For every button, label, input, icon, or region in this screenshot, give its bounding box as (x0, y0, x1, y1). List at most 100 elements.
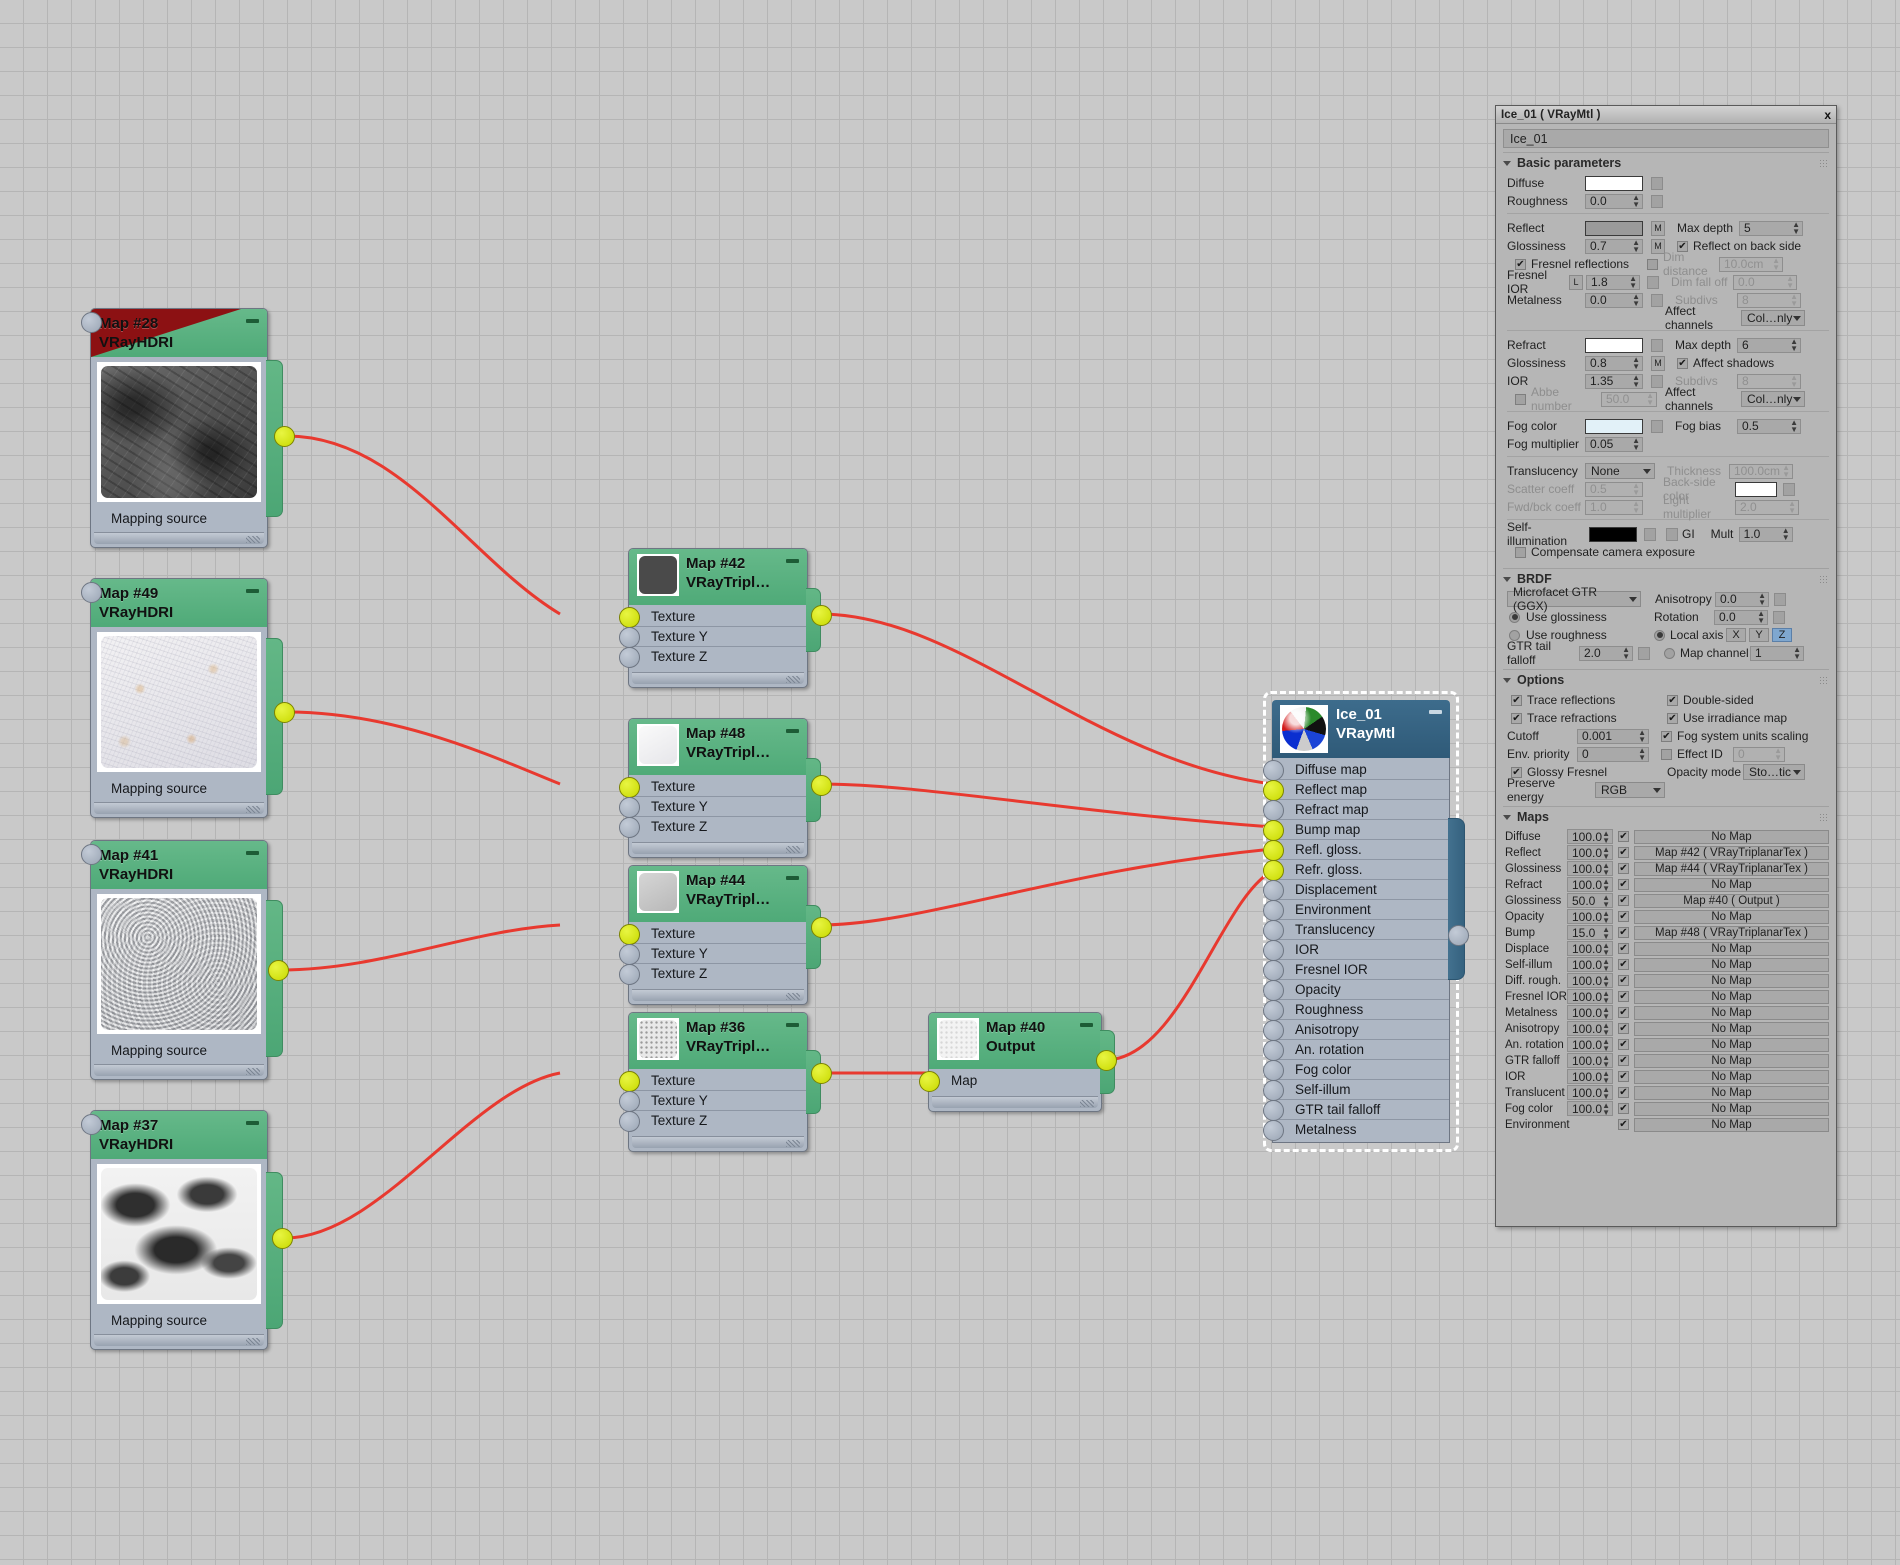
socket-map28-out[interactable] (274, 426, 295, 447)
map-row-amount-spinner[interactable]: 50.0 ▲ ▼ (1567, 893, 1613, 908)
port-texture-y[interactable]: Texture Y (619, 627, 807, 648)
node-thumbnail[interactable] (637, 871, 679, 913)
refract-map-slot[interactable] (1651, 338, 1663, 352)
trace-reflections-checkbox[interactable]: ✔ (1511, 694, 1522, 706)
gi-checkbox[interactable] (1666, 527, 1678, 541)
reflect-affect-channels-dropdown[interactable]: Col…nly (1741, 310, 1805, 326)
ior-map-slot[interactable] (1651, 374, 1663, 388)
fog-bias-spinner[interactable]: 0.5 ▲ ▼ (1737, 418, 1801, 434)
node-resize-grip[interactable] (932, 1096, 1098, 1108)
node-thumbnail[interactable] (97, 632, 261, 772)
port-environment[interactable]: Environment (1263, 900, 1449, 921)
node-map48[interactable]: Map #48 VRayTripl… Texture Texture Y Tex… (619, 718, 808, 858)
map-row-slot-button[interactable]: No Map (1634, 1117, 1829, 1132)
node-thumbnail[interactable] (637, 554, 679, 596)
effect-id-spinner[interactable]: 0 ▲ ▼ (1733, 746, 1785, 762)
map-channel-spinner[interactable]: 1 ▲ ▼ (1750, 645, 1804, 661)
axis-y-button[interactable]: Y (1749, 628, 1769, 642)
map-row-enable-checkbox[interactable]: ✔ (1618, 1103, 1629, 1114)
fresnel-ior-lock-button[interactable]: L (1569, 274, 1583, 290)
socket-map48-out[interactable] (811, 775, 832, 796)
node-header[interactable]: Map #41 VRayHDRI (91, 841, 267, 889)
port-texture-y[interactable]: Texture Y (619, 944, 807, 965)
port-opacity[interactable]: Opacity (1263, 980, 1449, 1001)
map-row-amount-spinner[interactable]: 100.0 ▲ ▼ (1567, 829, 1613, 844)
effect-id-checkbox[interactable] (1661, 748, 1672, 760)
rollout-brdf[interactable]: BRDF Microfacet GTR (GGX) Anisotropy 0.0… (1503, 568, 1829, 669)
map-row-slot-button[interactable]: No Map (1634, 909, 1829, 924)
port-texture-y[interactable]: Texture Y (619, 1091, 807, 1112)
fresnel-ior-spinner[interactable]: 1.8 ▲ ▼ (1586, 274, 1640, 290)
port-anisotropy[interactable]: Anisotropy (1263, 1020, 1449, 1041)
refract-subdivs-spinner[interactable]: 8 ▲ ▼ (1737, 373, 1801, 389)
node-map41[interactable]: Map #41 VRayHDRI Mapping source (81, 840, 268, 1080)
port-reflect-map[interactable]: Reflect map (1263, 780, 1449, 801)
node-resize-grip[interactable] (94, 802, 264, 814)
socket-material-output[interactable] (1448, 925, 1469, 946)
node-graph-canvas[interactable]: Map #28 VRayHDRI Mapping source Map #49 … (0, 0, 1900, 1565)
rollout-header[interactable]: Options (1503, 670, 1829, 690)
map-row-enable-checkbox[interactable]: ✔ (1618, 1023, 1629, 1034)
map-row-slot-button[interactable]: No Map (1634, 1101, 1829, 1116)
node-header[interactable]: Map #40 Output (929, 1013, 1101, 1069)
map-row-amount-spinner[interactable]: 100.0 ▲ ▼ (1567, 941, 1613, 956)
node-resize-grip[interactable] (94, 532, 264, 544)
stepper-arrows-icon[interactable]: ▲ ▼ (1602, 909, 1610, 924)
map-row-enable-checkbox[interactable]: ✔ (1618, 863, 1629, 874)
node-resize-grip[interactable] (632, 842, 804, 854)
port-refr-gloss[interactable]: Refr. gloss. (1263, 860, 1449, 881)
node-map37-output-tab[interactable] (266, 1172, 283, 1329)
map-row-slot-button[interactable]: No Map (1634, 957, 1829, 972)
socket-map49-out[interactable] (274, 702, 295, 723)
refract-glossiness-spinner[interactable]: 0.8 ▲ ▼ (1585, 355, 1643, 371)
map-row-enable-checkbox[interactable]: ✔ (1618, 1071, 1629, 1082)
refract-max-depth-spinner[interactable]: 6 ▲ ▼ (1737, 337, 1801, 353)
node-header[interactable]: Map #37 VRayHDRI (91, 1111, 267, 1159)
port-an-rotation[interactable]: An. rotation (1263, 1040, 1449, 1061)
map-row-enable-checkbox[interactable]: ✔ (1618, 895, 1629, 906)
port-metalness[interactable]: Metalness (1263, 1120, 1449, 1141)
reflect-color-swatch[interactable] (1585, 220, 1643, 236)
node-header[interactable]: Map #48 VRayTripl… (629, 719, 807, 775)
map-row-slot-button[interactable]: No Map (1634, 877, 1829, 892)
map-row-enable-checkbox[interactable]: ✔ (1618, 975, 1629, 986)
map-row-enable-checkbox[interactable]: ✔ (1618, 943, 1629, 954)
port-translucency[interactable]: Translucency (1263, 920, 1449, 941)
stepper-arrows-icon[interactable]: ▲ ▼ (1602, 829, 1610, 844)
rotation-map-slot[interactable] (1773, 610, 1785, 624)
map-row-enable-checkbox[interactable]: ✔ (1618, 1007, 1629, 1018)
cutoff-spinner[interactable]: 0.001 ▲ ▼ (1577, 728, 1649, 744)
map-row-enable-checkbox[interactable]: ✔ (1618, 879, 1629, 890)
stepper-arrows-icon[interactable]: ▲ ▼ (1602, 1021, 1610, 1036)
socket-map44-out[interactable] (811, 917, 832, 938)
map-row-amount-spinner[interactable]: 100.0 ▲ ▼ (1567, 1021, 1613, 1036)
stepper-arrows-icon[interactable]: ▲ ▼ (1602, 973, 1610, 988)
dim-distance-checkbox[interactable] (1647, 258, 1658, 270)
opacity-mode-dropdown[interactable]: Sto…tic (1743, 764, 1805, 780)
abbe-number-checkbox[interactable] (1515, 393, 1526, 405)
anisotropy-map-slot[interactable] (1774, 592, 1786, 606)
fwd-bck-coeff-spinner[interactable]: 1.0 ▲ ▼ (1585, 499, 1643, 515)
map-row-enable-checkbox[interactable]: ✔ (1618, 911, 1629, 922)
port-bump-map[interactable]: Bump map (1263, 820, 1449, 841)
map-row-slot-button[interactable]: No Map (1634, 829, 1829, 844)
drag-handle-icon[interactable] (1819, 676, 1829, 684)
port-texture[interactable]: Texture (619, 924, 807, 945)
refract-affect-channels-dropdown[interactable]: Col…nly (1741, 391, 1805, 407)
port-texture[interactable]: Texture (619, 607, 807, 628)
socket-map37-out[interactable] (272, 1228, 293, 1249)
minimize-icon[interactable] (1429, 710, 1442, 714)
roughness-spinner[interactable]: 0.0 ▲ ▼ (1585, 193, 1643, 209)
map-row-amount-spinner[interactable]: 100.0 ▲ ▼ (1567, 1053, 1613, 1068)
stepper-arrows-icon[interactable]: ▲ ▼ (1602, 877, 1610, 892)
use-glossiness-radio[interactable] (1509, 611, 1520, 623)
dim-distance-spinner[interactable]: 10.0cm ▲ ▼ (1719, 256, 1783, 272)
node-header[interactable]: Map #49 VRayHDRI (91, 579, 267, 627)
port-fresnel-ior[interactable]: Fresnel IOR (1263, 960, 1449, 981)
reflect-map-button[interactable]: M (1651, 220, 1665, 236)
map-row-amount-spinner[interactable]: 100.0 ▲ ▼ (1567, 909, 1613, 924)
stepper-arrows-icon[interactable]: ▲ ▼ (1602, 1085, 1610, 1100)
axis-x-button[interactable]: X (1726, 628, 1746, 642)
node-map28[interactable]: Map #28 VRayHDRI Mapping source (81, 308, 268, 548)
stepper-arrows-icon[interactable]: ▲ ▼ (1602, 1069, 1610, 1084)
